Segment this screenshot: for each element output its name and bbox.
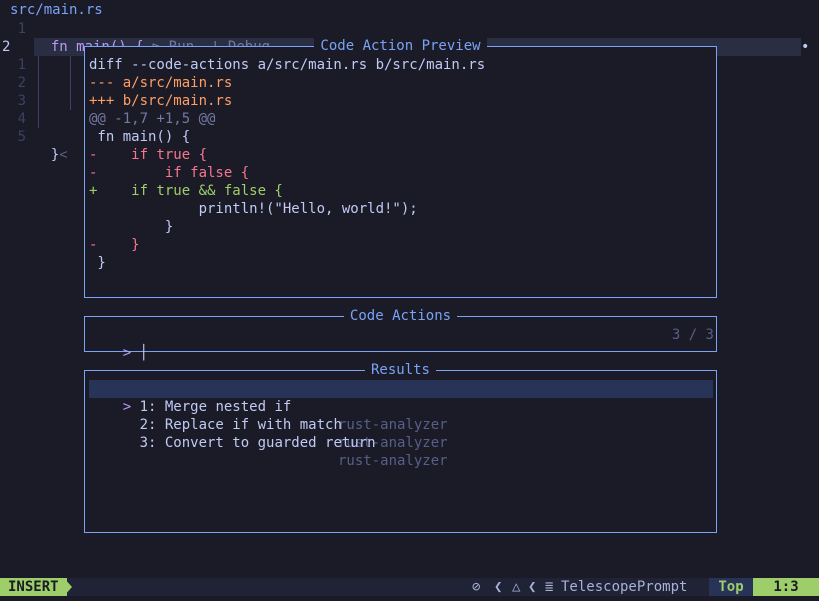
cursor-position: 1:3: [753, 578, 819, 596]
diff-line: + if true && false {: [89, 183, 283, 199]
diff-line: println!("Hello, world!");: [89, 201, 418, 217]
diff-line: - }: [89, 237, 140, 253]
relative-line-number: 4: [17, 111, 26, 127]
line-number: 1: [17, 21, 26, 37]
chevron-left-icon: ❮: [528, 579, 537, 595]
diff-line: fn main() {: [89, 129, 191, 145]
diff-line: @@ -1,7 +1,5 @@: [89, 111, 216, 127]
result-item-convert-to-guarded-return[interactable]: 3: Convert to guarded return rust-analyz…: [89, 416, 713, 469]
prompt-prefix: >: [122, 345, 132, 361]
result-item-merge-nested-if[interactable]: > 1: Merge nested if rust-analyzer: [89, 380, 713, 433]
diff-line: - if false {: [89, 165, 250, 181]
diff-line: +++ b/src/main.rs: [89, 93, 233, 109]
results-title: Results: [364, 362, 436, 378]
indent-guide: [70, 56, 71, 110]
diff-line: - if true {: [89, 147, 208, 163]
code-line[interactable]: }<: [34, 128, 68, 163]
scroll-indicator: •: [801, 39, 810, 55]
mode-separator: [64, 578, 72, 596]
prompt-input[interactable]: > │: [89, 326, 148, 361]
code-actions-prompt-window[interactable]: Code Actions > │ 3 / 3: [84, 308, 717, 361]
code-line[interactable]: fn main() { ⊳ Run ¦ Debug: [34, 20, 270, 55]
linux-icon: △: [512, 579, 521, 595]
mode-indicator: INSERT: [0, 578, 67, 596]
result-source: rust-analyzer: [338, 453, 448, 469]
indent-guide: [38, 56, 39, 128]
relative-line-number: 2: [17, 75, 26, 91]
code-action-preview-window: Code Action Preview diff --code-actions …: [84, 38, 717, 298]
tabline: src/main.rs: [0, 0, 819, 18]
no-entry-icon: ⊘: [472, 579, 481, 595]
current-line-number: 2: [2, 39, 11, 55]
diff-line: --- a/src/main.rs: [89, 75, 233, 91]
result-counter: 3 / 3: [671, 327, 714, 343]
scroll-position: Top: [709, 578, 753, 596]
relative-line-number: 5: [17, 129, 26, 145]
filename-label: src/main.rs: [10, 2, 103, 18]
diff-line: diff --code-actions a/src/main.rs b/src/…: [89, 57, 486, 73]
results-window: Results > 1: Merge nested if rust-analyz…: [84, 362, 717, 533]
chevron-left-icon: ❮: [494, 579, 503, 595]
statusline: INSERT ⊘ ❮ △ ❮ ≣ TelescopePrompt Top 1:3: [0, 578, 819, 596]
diff-line: }: [89, 255, 106, 271]
diff-line: }: [89, 219, 174, 235]
filetype-label: TelescopePrompt: [561, 579, 688, 595]
prompt-title: Code Actions: [343, 308, 458, 324]
preview-title: Code Action Preview: [314, 38, 487, 54]
text-cursor: │: [139, 345, 149, 361]
relative-line-number: 1: [17, 57, 26, 73]
result-item-replace-if-with-match[interactable]: 2: Replace if with match rust-analyzer: [89, 398, 713, 451]
relative-line-number: 3: [17, 93, 26, 109]
filetype-icon: ≣: [545, 579, 554, 595]
